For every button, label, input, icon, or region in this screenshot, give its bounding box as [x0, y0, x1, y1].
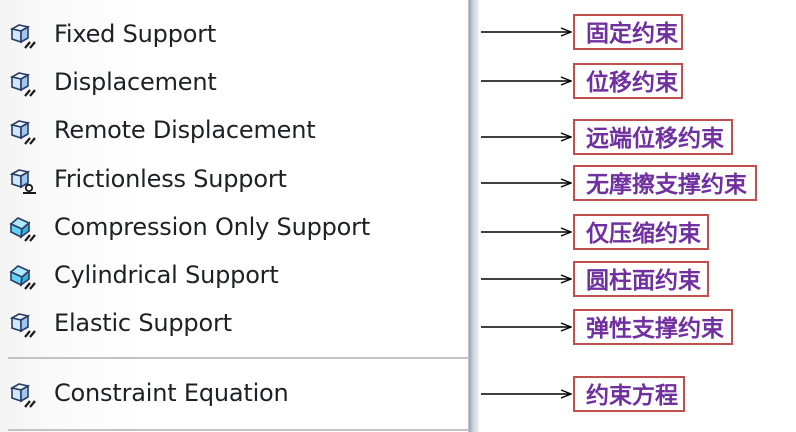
annotation-label: 远端位移约束 — [573, 119, 733, 155]
annotation-label: 圆柱面约束 — [573, 261, 709, 297]
annotation-label: 约束方程 — [573, 376, 685, 412]
annotation-label: 固定约束 — [573, 14, 683, 50]
annotation-label: 无摩擦支撑约束 — [573, 165, 757, 201]
annotation-label: 弹性支撑约束 — [573, 309, 733, 345]
annotation-label: 仅压缩约束 — [573, 214, 709, 250]
annotation-label: 位移约束 — [573, 63, 683, 99]
